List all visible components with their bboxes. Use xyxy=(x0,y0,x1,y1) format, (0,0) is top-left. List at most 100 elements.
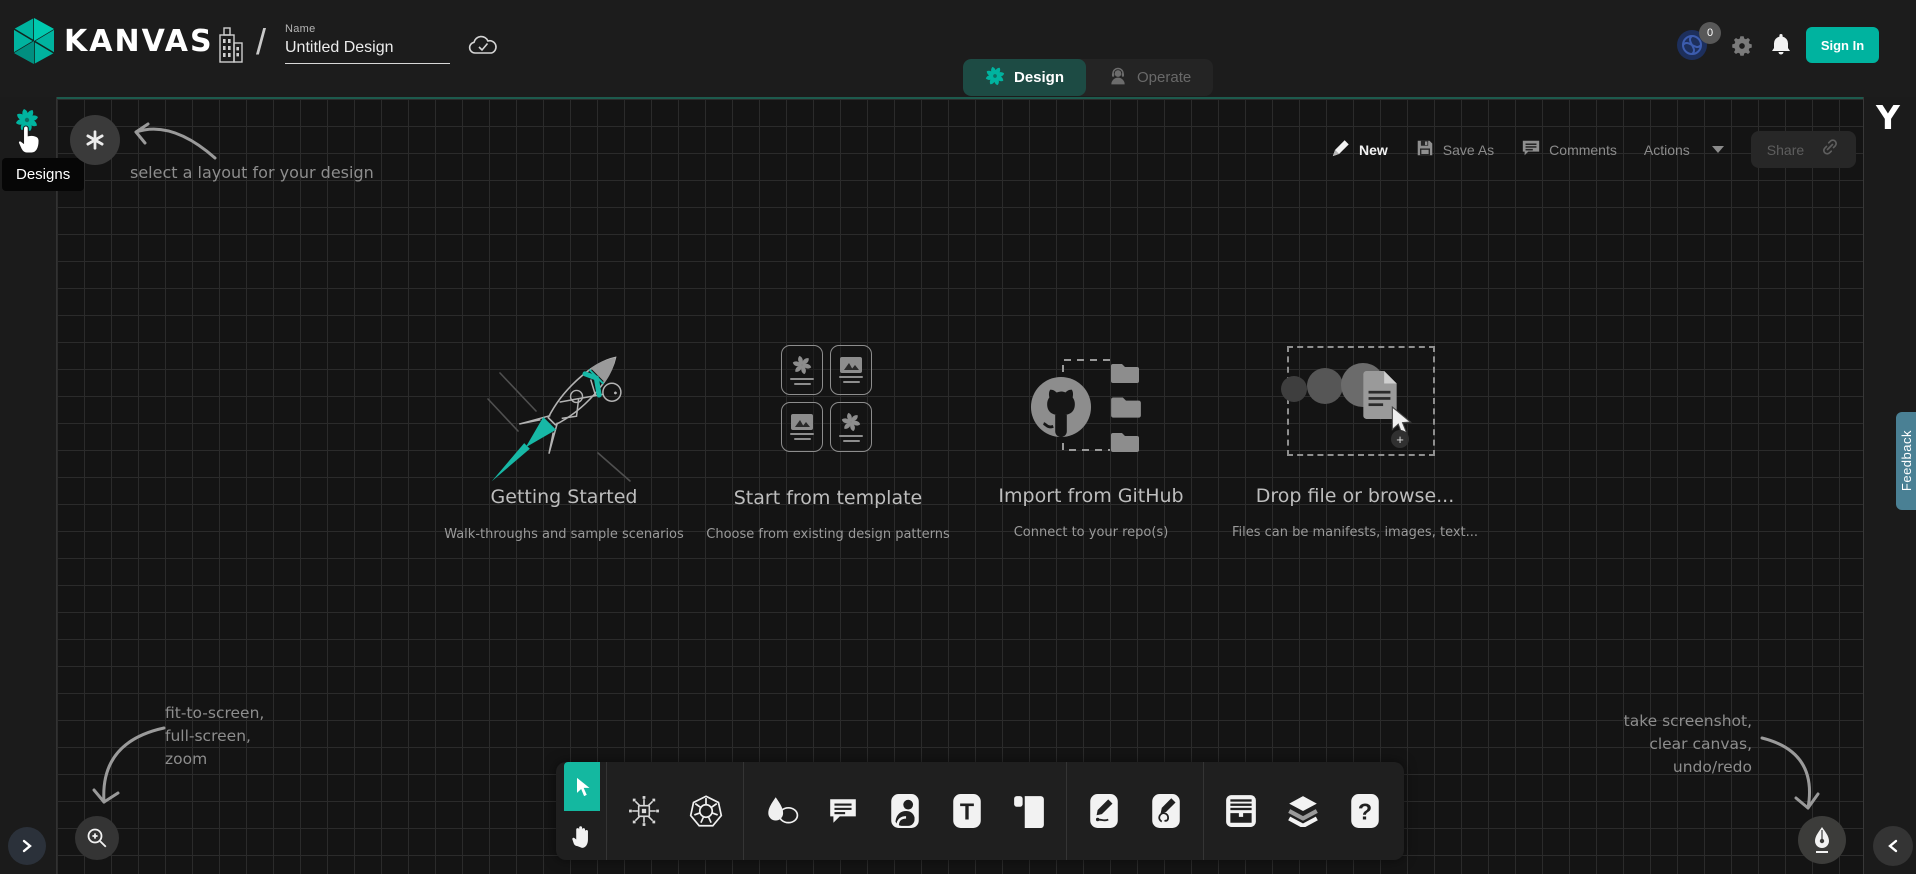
tab-operate-label: Operate xyxy=(1137,69,1191,86)
repo-folder-icon xyxy=(1109,361,1141,385)
template-card-design-icon xyxy=(781,345,823,395)
option-subtitle: Files can be manifests, images, text... xyxy=(1205,525,1505,540)
template-card-design-icon xyxy=(830,402,872,452)
annotate-pen-button[interactable] xyxy=(1798,816,1846,864)
media-tool[interactable] xyxy=(887,789,923,833)
pointer-hand-cursor-icon xyxy=(17,122,43,161)
rocket-illustration xyxy=(478,315,668,485)
notification-count-badge: 0 xyxy=(1699,22,1721,44)
screenshot-hint-arrow xyxy=(1756,728,1822,821)
drop-bubble xyxy=(1307,368,1343,404)
left-rail xyxy=(0,97,57,874)
drop-bubble xyxy=(1281,376,1307,402)
github-octocat-icon xyxy=(1030,376,1092,438)
dock-divider xyxy=(1203,762,1204,860)
template-card-image-icon xyxy=(830,345,872,395)
dock-divider xyxy=(606,762,607,860)
name-label: Name xyxy=(285,23,450,35)
text-tool-glyph: T xyxy=(960,798,974,824)
pencil-icon xyxy=(1331,138,1351,161)
text-tool[interactable]: T xyxy=(949,789,985,833)
header: KANVAS / Name xyxy=(0,0,1916,97)
option-title[interactable]: Start from template xyxy=(678,487,978,509)
pointer-tool-group xyxy=(564,762,600,860)
layout-hint-text: select a layout for your design xyxy=(130,163,374,182)
option-title[interactable]: Import from GitHub xyxy=(941,485,1241,507)
collapse-panel-button[interactable] xyxy=(1873,826,1913,866)
zoom-hint-text: fit-to-screen, full-screen, zoom xyxy=(165,702,264,771)
zoom-hint-arrow xyxy=(88,716,170,817)
settings-gear-icon[interactable] xyxy=(1729,33,1755,64)
repo-folder-icon xyxy=(1109,430,1141,454)
repo-folder-icon xyxy=(1109,394,1143,420)
share-link-icon xyxy=(1820,137,1840,162)
getting-started-option[interactable] xyxy=(478,315,668,490)
notifications-bell-icon[interactable] xyxy=(1769,31,1793,64)
design-name-input[interactable] xyxy=(285,35,450,64)
plus-badge: + xyxy=(1391,430,1409,448)
comment-bubble-icon xyxy=(1521,138,1541,161)
feedback-label: Feedback xyxy=(1899,430,1914,491)
operator-headset-icon xyxy=(1108,66,1128,90)
comment-tool[interactable] xyxy=(825,789,861,833)
new-label: New xyxy=(1359,142,1388,158)
doodle-tool[interactable] xyxy=(1148,789,1184,833)
actions-dropdown[interactable]: Actions xyxy=(1644,142,1724,158)
canvas-toolbar: New Save As xyxy=(1331,131,1856,168)
organization-icon[interactable] xyxy=(212,26,244,69)
option-subtitle: Choose from existing design patterns xyxy=(678,527,978,542)
template-card-image-icon xyxy=(781,402,823,452)
note-tool[interactable] xyxy=(1011,789,1047,833)
select-layout-button[interactable] xyxy=(70,115,120,165)
tool-dock: T xyxy=(556,762,1404,860)
designs-tooltip: Designs xyxy=(2,158,84,191)
feedback-tab[interactable]: Feedback xyxy=(1896,412,1916,510)
import-from-github-option[interactable] xyxy=(1025,350,1155,462)
kanvas-app: KANVAS / Name xyxy=(0,0,1916,874)
comments-button[interactable]: Comments xyxy=(1521,138,1617,161)
comments-label: Comments xyxy=(1549,142,1617,158)
design-flower-icon xyxy=(985,66,1005,90)
save-as-button[interactable]: Save As xyxy=(1415,138,1494,161)
tab-design[interactable]: Design xyxy=(963,59,1086,96)
dock-divider xyxy=(743,762,744,860)
drawer-tool[interactable] xyxy=(1223,789,1259,833)
shapes-tool[interactable] xyxy=(763,789,799,833)
start-from-template-option[interactable] xyxy=(781,345,872,452)
actions-label: Actions xyxy=(1644,142,1690,158)
breadcrumb-separator: / xyxy=(256,21,266,63)
zoom-button[interactable] xyxy=(75,816,119,860)
help-tool[interactable]: ? xyxy=(1347,789,1383,833)
option-title[interactable]: Getting Started xyxy=(414,486,714,508)
share-label: Share xyxy=(1767,142,1804,158)
chevron-down-icon xyxy=(1712,146,1724,153)
option-subtitle: Walk-throughs and sample scenarios xyxy=(414,527,714,542)
save-floppy-icon xyxy=(1415,138,1435,161)
drop-file-zone[interactable]: + xyxy=(1287,346,1435,456)
screenshot-hint-text: take screenshot, clear canvas, undo/redo xyxy=(1570,710,1752,779)
pan-hand-tool[interactable] xyxy=(564,811,600,860)
select-tool[interactable] xyxy=(564,762,600,811)
help-glyph: ? xyxy=(1358,798,1372,824)
components-tool[interactable] xyxy=(626,789,662,833)
share-group[interactable]: Share xyxy=(1751,131,1856,168)
tab-design-label: Design xyxy=(1014,69,1064,86)
option-title[interactable]: Drop file or browse... xyxy=(1205,485,1505,507)
pen-tool[interactable] xyxy=(1086,789,1122,833)
kanvas-logo-icon[interactable] xyxy=(12,17,56,70)
option-subtitle: Connect to your repo(s) xyxy=(941,525,1241,540)
design-name-group: Name xyxy=(285,23,450,64)
sign-in-button[interactable]: Sign In xyxy=(1806,27,1879,63)
new-button[interactable]: New xyxy=(1331,138,1388,161)
workspace-y-glyph: Y xyxy=(1876,98,1900,137)
save-as-label: Save As xyxy=(1443,142,1494,158)
expand-panel-button[interactable] xyxy=(8,827,46,865)
layout-hint-arrow xyxy=(126,116,218,169)
dock-divider xyxy=(1066,762,1067,860)
layers-tool[interactable] xyxy=(1285,789,1321,833)
mode-tabs: Design Operate xyxy=(963,59,1213,96)
logo-wordmark: KANVAS xyxy=(64,24,214,59)
kubernetes-tool[interactable] xyxy=(688,789,724,833)
tab-operate[interactable]: Operate xyxy=(1086,59,1213,96)
cloud-sync-icon[interactable] xyxy=(466,33,500,64)
